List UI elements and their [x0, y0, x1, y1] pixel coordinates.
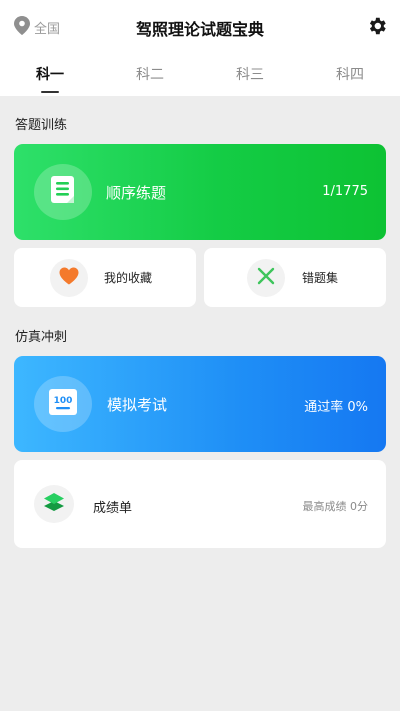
mistakes-label: 错题集	[302, 271, 339, 285]
tab-subject-3[interactable]: 科三	[200, 56, 300, 96]
best-score: 最高成绩 0分	[302, 500, 369, 513]
favorites-card[interactable]: 我的收藏	[14, 248, 196, 307]
mistakes-icon-badge	[247, 259, 285, 297]
sequential-practice-card[interactable]: 顺序练题 1/1775	[14, 144, 386, 240]
tab-subject-2[interactable]: 科二	[100, 56, 200, 96]
mistakes-card[interactable]: 错题集	[204, 248, 386, 307]
mock-exam-card[interactable]: 100 模拟考试 通过率 0%	[14, 356, 386, 452]
exam-paper-score-text: 100	[54, 396, 73, 406]
subject-tabs: 科一 科二 科三 科四	[0, 56, 400, 96]
x-icon	[257, 267, 275, 289]
settings-button[interactable]	[366, 15, 388, 37]
sequential-icon-badge	[34, 164, 92, 220]
heart-icon	[59, 267, 79, 289]
favorites-icon-badge	[50, 259, 88, 297]
exam-paper-icon: 100	[48, 388, 78, 420]
score-report-label: 成绩单	[93, 501, 133, 516]
app-header: 全国 驾照理论试题宝典 科一 科二 科三 科四	[0, 0, 400, 96]
report-icon-badge	[34, 485, 74, 523]
pass-rate: 通过率 0%	[304, 400, 368, 415]
tab-subject-4[interactable]: 科四	[300, 56, 400, 96]
page-title: 驾照理论试题宝典	[135, 20, 264, 39]
mock-exam-label: 模拟考试	[107, 396, 168, 414]
favorites-label: 我的收藏	[104, 271, 153, 285]
gear-icon	[366, 17, 388, 41]
sequential-progress: 1/1775	[322, 184, 368, 199]
tab-subject-1[interactable]: 科一	[0, 56, 100, 96]
section-title-practice: 答题训练	[15, 118, 68, 133]
mock-exam-icon-badge: 100	[34, 376, 92, 432]
score-report-card[interactable]: 成绩单 最高成绩 0分	[14, 460, 386, 548]
sequential-practice-label: 顺序练题	[106, 184, 167, 202]
layers-icon	[43, 492, 65, 516]
section-title-sprint: 仿真冲刺	[15, 330, 68, 345]
book-icon	[49, 175, 77, 209]
